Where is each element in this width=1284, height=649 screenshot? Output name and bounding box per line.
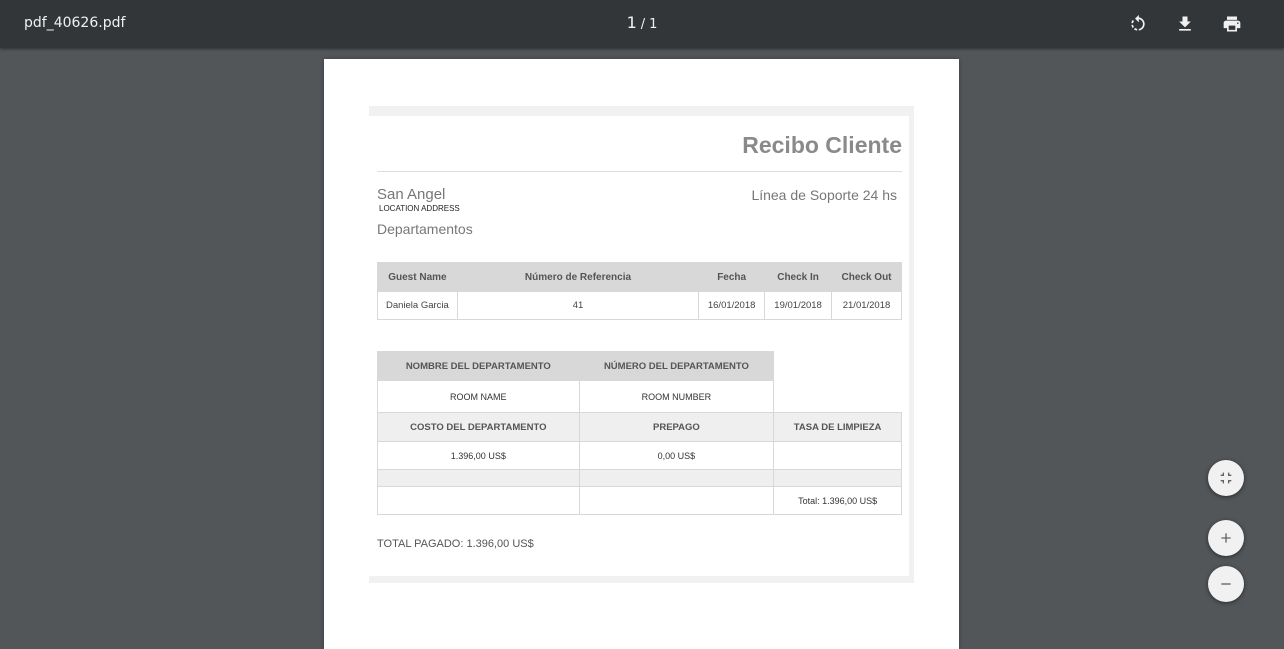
- room-number: ROOM NUMBER: [578, 380, 775, 413]
- header-cleaning-fee: TASA DE LIMPIEZA: [773, 412, 902, 442]
- header-room-number: NÚMERO DEL DEPARTAMENTO: [578, 351, 775, 381]
- empty-cell: [773, 351, 902, 381]
- current-page-number[interactable]: 1: [627, 13, 637, 32]
- zoom-in-icon: [1221, 533, 1231, 543]
- company-department: Departamentos: [377, 221, 473, 237]
- total-paid: TOTAL PAGADO: 1.396,00 US$: [377, 538, 534, 550]
- table-row: ROOM NAME ROOM NUMBER: [377, 380, 902, 413]
- guest-table: Guest Name Número de Referencia Fecha Ch…: [377, 262, 902, 320]
- header-prepaid: PREPAGO: [578, 412, 775, 442]
- total-pages: 1: [649, 17, 658, 32]
- page-indicator: 1/1: [0, 0, 1284, 47]
- title-divider: [377, 171, 902, 172]
- date: 16/01/2018: [698, 291, 766, 320]
- company-address: LOCATION ADDRESS: [379, 204, 460, 213]
- table-row: 1.396,00 US$ 0,00 US$: [377, 441, 902, 470]
- header-room-cost: COSTO DEL DEPARTAMENTO: [377, 412, 580, 442]
- download-icon: [1179, 16, 1191, 31]
- print-button[interactable]: [1220, 12, 1244, 36]
- total-row: Total: 1.396,00 US$: [377, 486, 902, 515]
- receipt-body: Recibo Cliente San Angel LOCATION ADDRES…: [369, 116, 909, 576]
- zoom-in-button[interactable]: [1208, 520, 1244, 556]
- check-out-date: 21/01/2018: [831, 291, 902, 320]
- cost-header-row: COSTO DEL DEPARTAMENTO PREPAGO TASA DE L…: [377, 412, 902, 442]
- company-name: San Angel: [377, 186, 446, 203]
- room-total: Total: 1.396,00 US$: [773, 486, 902, 515]
- table-row: Daniela Garcia 41 16/01/2018 19/01/2018 …: [377, 291, 902, 320]
- check-in-date: 19/01/2018: [764, 291, 833, 320]
- prepaid-amount: 0,00 US$: [578, 441, 775, 470]
- fit-to-page-button[interactable]: [1208, 460, 1244, 496]
- zoom-out-icon: [1221, 583, 1231, 585]
- rotate-button[interactable]: [1126, 12, 1150, 36]
- support-line: Línea de Soporte 24 hs: [751, 187, 897, 203]
- pdf-page: Recibo Cliente San Angel LOCATION ADDRES…: [324, 59, 959, 649]
- zoom-out-button[interactable]: [1208, 566, 1244, 602]
- header-guest-name: Guest Name: [377, 262, 458, 292]
- header-reference-number: Número de Referencia: [456, 262, 700, 292]
- header-room-name: NOMBRE DEL DEPARTAMENTO: [377, 351, 580, 381]
- header-date: Fecha: [698, 262, 766, 292]
- spacer-cell: [773, 469, 902, 487]
- cleaning-fee: [773, 441, 902, 470]
- fit-to-page-icon: [1220, 472, 1232, 484]
- page-separator: /: [640, 17, 646, 32]
- guest-name: Daniela Garcia: [377, 291, 458, 320]
- spacer-cell: [377, 469, 580, 487]
- guest-table-header: Guest Name Número de Referencia Fecha Ch…: [377, 262, 902, 292]
- spacer-row: [377, 469, 902, 487]
- blank-cell: [377, 486, 580, 515]
- pdf-toolbar: pdf_40626.pdf 1/1: [0, 0, 1284, 48]
- header-check-out: Check Out: [831, 262, 902, 292]
- reference-number: 41: [456, 291, 700, 320]
- empty-cell: [773, 380, 902, 413]
- receipt-title: Recibo Cliente: [742, 132, 902, 158]
- blank-cell: [578, 486, 775, 515]
- rotate-icon: [1131, 14, 1145, 31]
- room-name: ROOM NAME: [377, 380, 580, 413]
- print-icon: [1223, 16, 1241, 32]
- room-table: NOMBRE DEL DEPARTAMENTO NÚMERO DEL DEPAR…: [377, 351, 902, 515]
- receipt-card: Recibo Cliente San Angel LOCATION ADDRES…: [369, 106, 914, 583]
- spacer-cell: [578, 469, 775, 487]
- room-cost: 1.396,00 US$: [377, 441, 580, 470]
- header-check-in: Check In: [764, 262, 833, 292]
- download-button[interactable]: [1173, 12, 1197, 36]
- room-header-row: NOMBRE DEL DEPARTAMENTO NÚMERO DEL DEPAR…: [377, 351, 902, 381]
